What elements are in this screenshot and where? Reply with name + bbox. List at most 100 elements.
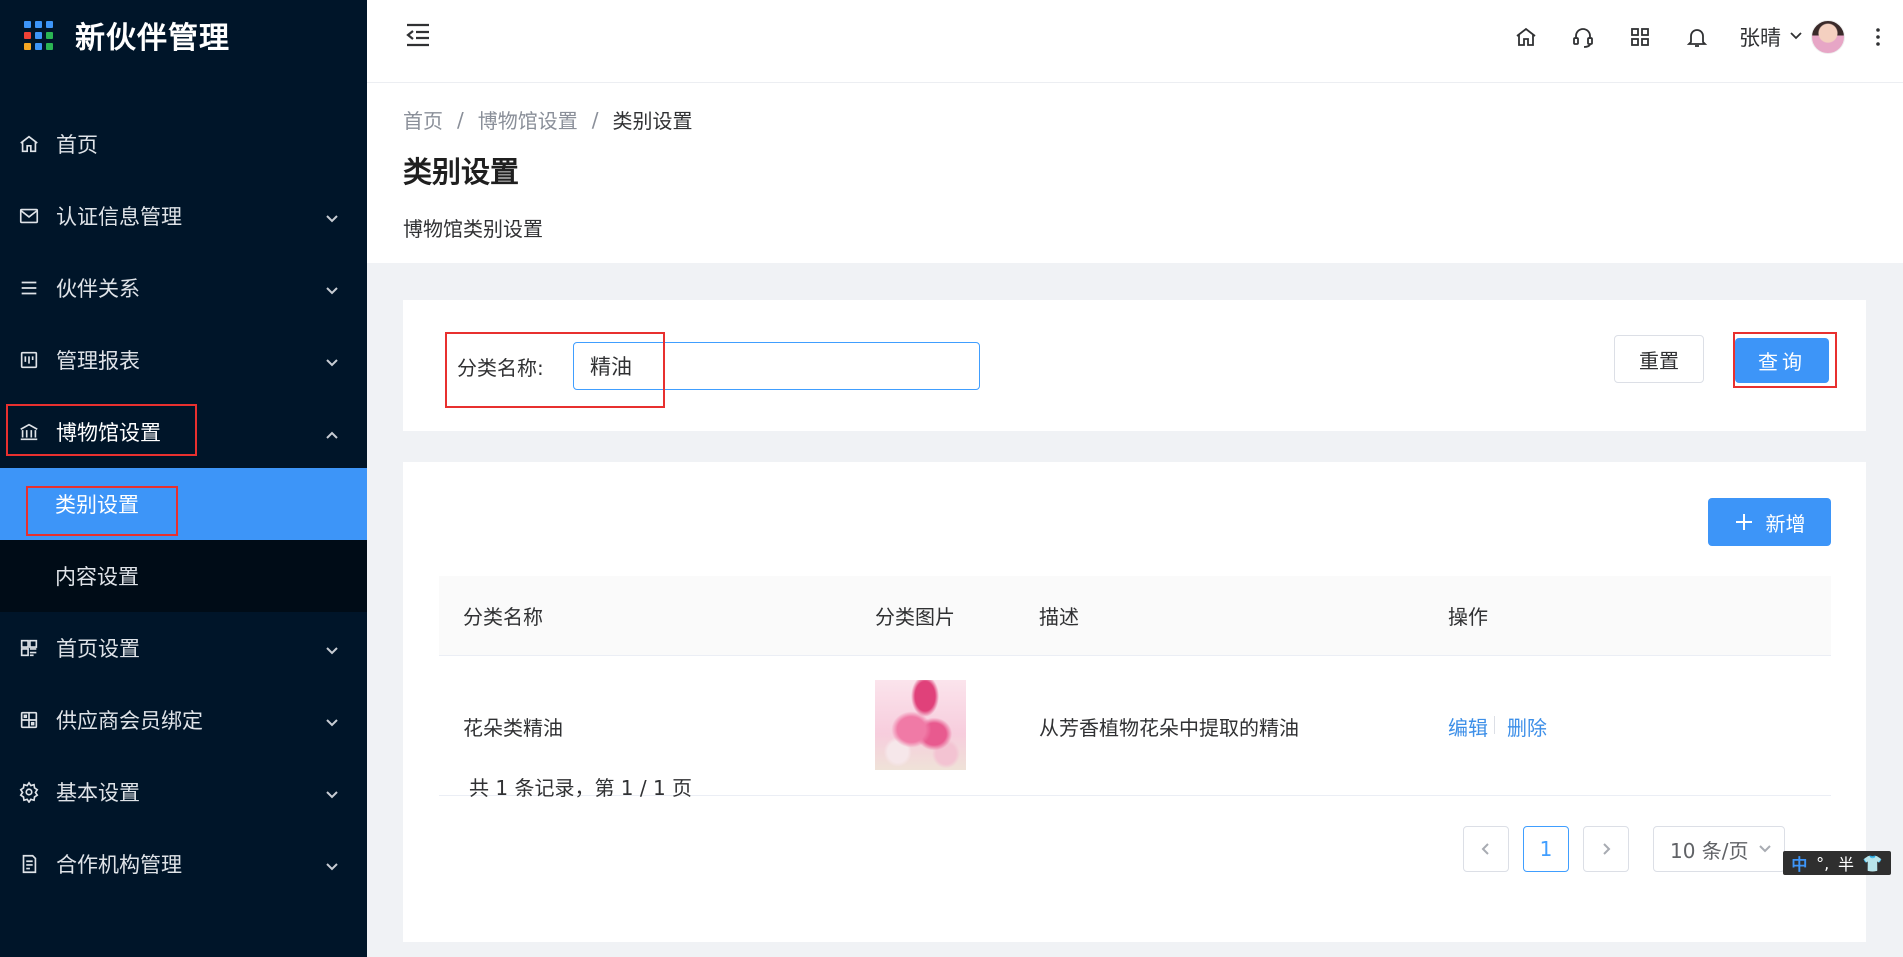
reset-button[interactable]: 重置 [1614, 335, 1704, 383]
museum-submenu: 类别设置 内容设置 [0, 468, 367, 612]
breadcrumb-parent[interactable]: 博物馆设置 [478, 105, 578, 134]
sidebar-item-supplier-binding[interactable]: 供应商会员绑定 [0, 684, 367, 756]
category-name-input[interactable] [573, 342, 980, 390]
column-header-name: 分类名称 [463, 605, 543, 629]
sidebar-item-label: 供应商会员绑定 [56, 709, 203, 733]
sidebar-item-label: 类别设置 [55, 493, 139, 517]
brand-dot [24, 42, 31, 50]
column-header-image: 分类图片 [875, 605, 955, 629]
sidebar-item-label: 首页 [56, 133, 98, 157]
chevron-down-icon [1781, 28, 1811, 47]
brand-dot [46, 42, 53, 50]
sidebar-item-content-settings[interactable]: 内容设置 [0, 540, 367, 612]
pagination-total: 共 1 条记录，第 1 / 1 页 [469, 776, 693, 800]
page-number-button[interactable]: 1 [1523, 826, 1569, 872]
sidebar-item-partner-org[interactable]: 合作机构管理 [0, 828, 367, 900]
category-name-cell: 花朵类精油 [463, 716, 563, 740]
next-page-button[interactable] [1583, 826, 1629, 872]
bind-icon [18, 709, 40, 731]
home-icon [18, 133, 40, 155]
chevron-left-icon [1481, 843, 1489, 855]
sidebar: 新伙伴管理 首页 认证信息管理 伙伴关系 管理报表 博物馆设置 类别设置 内容设… [0, 0, 367, 957]
chevron-down-icon [325, 279, 339, 295]
support-button[interactable] [1554, 17, 1611, 57]
action-divider [1494, 716, 1495, 734]
menu-fold-icon [406, 23, 429, 47]
grid-icon [1630, 28, 1649, 46]
breadcrumb-current: 类别设置 [612, 109, 693, 133]
ime-status-bar[interactable]: 中 °, 半 👕 [1783, 851, 1891, 875]
chevron-down-icon [325, 855, 339, 871]
header-actions: 张晴 [1497, 0, 1903, 74]
brand-dot [35, 31, 42, 39]
breadcrumb-home[interactable]: 首页 [403, 105, 443, 134]
sidebar-item-category-settings[interactable]: 类别设置 [0, 468, 367, 540]
collapse-menu-button[interactable] [403, 20, 433, 50]
layout-icon [18, 637, 40, 659]
sidebar-item-label: 首页设置 [56, 637, 140, 661]
chevron-up-icon [325, 423, 339, 439]
user-menu[interactable]: 张晴 [1739, 20, 1845, 54]
sidebar-item-label: 管理报表 [56, 349, 140, 373]
apps-button[interactable] [1611, 17, 1668, 57]
sidebar-item-reports[interactable]: 管理报表 [0, 324, 367, 396]
chevron-down-icon [325, 207, 339, 223]
board-icon [18, 349, 40, 371]
query-button[interactable]: 查询 [1735, 338, 1829, 383]
brand: 新伙伴管理 [0, 0, 367, 70]
category-image [875, 680, 966, 770]
chevron-down-icon [325, 351, 339, 367]
page-size-value: 10 条/页 [1670, 838, 1749, 863]
page-title: 类别设置 [403, 155, 520, 189]
brand-dot [35, 42, 42, 50]
brand-dot [46, 31, 53, 39]
more-button[interactable] [1853, 26, 1903, 48]
topbar: 张晴 [367, 0, 1903, 83]
breadcrumb-separator: / [457, 107, 464, 132]
bell-icon [1686, 29, 1707, 47]
category-table: 分类名称 分类图片 描述 操作 花朵类精油 从芳香植物花朵中提取的精油 编辑 删… [439, 576, 1831, 796]
chevron-right-icon [1603, 843, 1611, 855]
category-name-label: 分类名称: [457, 356, 544, 380]
gear-icon [18, 781, 40, 803]
ime-language: 中 [1791, 855, 1808, 874]
ime-width: 半 [1837, 855, 1854, 874]
chevron-down-icon [325, 639, 339, 655]
column-header-description: 描述 [1039, 605, 1079, 629]
home-icon [1515, 27, 1536, 46]
add-button[interactable]: 新增 [1708, 498, 1831, 546]
sidebar-item-homepage-settings[interactable]: 首页设置 [0, 612, 367, 684]
breadcrumb-separator: / [591, 107, 599, 132]
sidebar-item-certification[interactable]: 认证信息管理 [0, 180, 367, 252]
chevron-down-icon [1759, 845, 1771, 853]
home-button[interactable] [1497, 17, 1554, 57]
column-header-actions: 操作 [1448, 605, 1488, 629]
sidebar-item-home[interactable]: 首页 [0, 108, 367, 180]
user-name: 张晴 [1739, 26, 1781, 50]
table-card: 新增 分类名称 分类图片 描述 操作 花朵类精油 从芳香植物花朵中提取的精油 编… [403, 462, 1866, 942]
brand-dot [24, 31, 31, 39]
sidebar-item-label: 认证信息管理 [56, 205, 182, 229]
sidebar-item-label: 合作机构管理 [56, 853, 182, 877]
apps-grid-icon [24, 20, 53, 50]
sidebar-item-museum[interactable]: 博物馆设置 [0, 396, 367, 468]
description-cell: 从芳香植物花朵中提取的精油 [1039, 716, 1299, 740]
ime-punctuation: °, [1816, 853, 1830, 873]
edit-link[interactable]: 编辑 [1448, 712, 1488, 741]
museum-icon [18, 421, 40, 443]
sidebar-item-label: 基本设置 [56, 781, 140, 805]
search-card: 分类名称: 重置 查询 [403, 300, 1866, 431]
page-header: 首页 / 博物馆设置 / 类别设置 类别设置 博物馆类别设置 [367, 83, 1903, 263]
sidebar-menu: 首页 认证信息管理 伙伴关系 管理报表 博物馆设置 类别设置 内容设置 首页设置… [0, 108, 367, 900]
sidebar-item-partners[interactable]: 伙伴关系 [0, 252, 367, 324]
skin-icon: 👕 [1862, 853, 1883, 873]
prev-page-button[interactable] [1463, 826, 1509, 872]
notifications-button[interactable] [1668, 17, 1725, 57]
mail-icon [18, 205, 40, 227]
sidebar-item-label: 博物馆设置 [56, 421, 161, 445]
chevron-down-icon [325, 783, 339, 799]
brand-dot [35, 20, 42, 28]
delete-link[interactable]: 删除 [1507, 712, 1547, 741]
page-size-select[interactable]: 10 条/页 [1653, 826, 1785, 872]
sidebar-item-basic-settings[interactable]: 基本设置 [0, 756, 367, 828]
